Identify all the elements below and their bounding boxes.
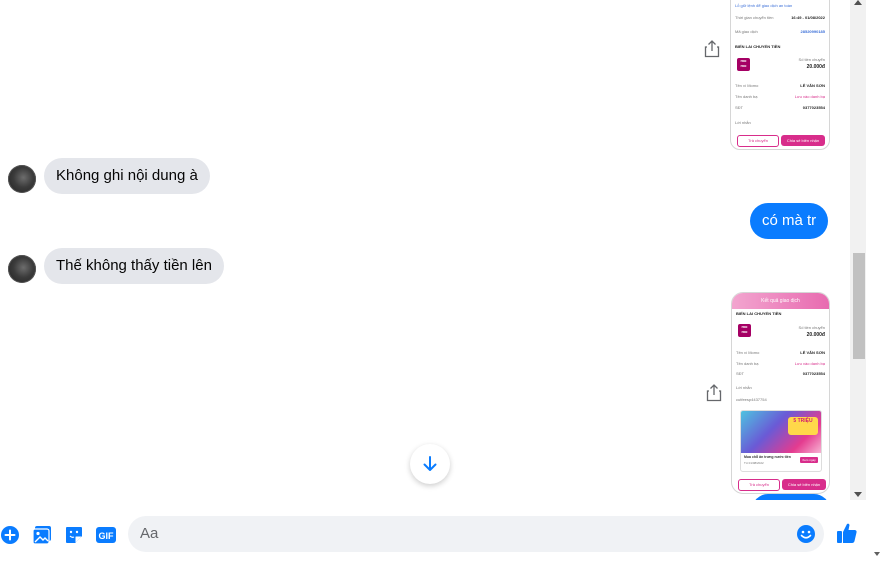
scrollbar-thumb[interactable] — [853, 253, 865, 359]
receipt2-note-value: cutfeesp4437754 — [736, 397, 767, 402]
contact-avatar[interactable] — [8, 255, 36, 283]
receipt1-section: BIẾN LAI CHUYỂN TIỀN — [735, 44, 781, 49]
window-scroll-down-icon[interactable] — [874, 552, 880, 556]
arrow-down-icon — [423, 456, 437, 471]
receipt2-contact-value: Lưu vào danh bạ — [794, 361, 825, 366]
receipt1-name-value: LÊ VĂN SƠN — [800, 83, 825, 88]
receipt2-header: Kết quả giao dịch — [732, 293, 829, 309]
receipt1-time-label: Thời gian chuyển tiền — [735, 15, 774, 20]
contact-avatar[interactable] — [8, 165, 36, 193]
promo-card: 5 TRIỆU Mua chỗ ăn trưng nước tiền Từ 01… — [740, 410, 822, 472]
scroll-up-arrow-icon[interactable] — [854, 0, 862, 5]
gif-icon[interactable]: GIF — [95, 525, 117, 545]
scroll-down-arrow-icon[interactable] — [854, 492, 862, 497]
emoji-icon[interactable] — [796, 524, 816, 544]
promo-button: Xem ngay — [800, 457, 818, 463]
receipt1-banner: Lỗ giữ lệnh để giao dịch an toàn — [735, 3, 793, 8]
receipt2-name-label: Tên ví Momo — [736, 350, 760, 355]
receipt1-phone-label: SĐT — [735, 105, 743, 110]
receipt1-amount: 20.000đ — [806, 64, 825, 70]
message-input[interactable]: Aa — [128, 516, 824, 552]
receipt1-right-button: Chia sẻ biên nhận — [781, 135, 825, 146]
gif-label: GIF — [99, 531, 115, 541]
receipt2-phone-value: 0377023554 — [802, 371, 825, 376]
promo-title: Mua chỗ ăn trưng nước tiền — [744, 455, 791, 459]
share-icon[interactable] — [704, 40, 720, 58]
thumbs-up-icon[interactable] — [836, 522, 858, 544]
receipt2-amount: 20.000đ — [806, 332, 825, 338]
promo-subtitle: Từ 01/08/2022 — [744, 461, 764, 465]
receipt2-right-button: Chia sẻ biên nhận — [782, 479, 826, 490]
incoming-message[interactable]: Thế không thấy tiền lên — [44, 248, 224, 284]
outgoing-message[interactable]: có mà tr — [750, 203, 829, 239]
receipt1-name-label: Tên ví Momo — [735, 83, 759, 88]
scroll-to-bottom-button[interactable] — [410, 444, 450, 484]
momo-logo: mo mo — [737, 58, 750, 71]
receipt-image-2[interactable]: Kết quả giao dịch BIẾN LAI CHUYỂN TIỀN m… — [731, 292, 830, 494]
plus-circle-icon[interactable] — [0, 525, 20, 545]
message-input-placeholder: Aa — [140, 525, 159, 542]
momo-logo: mo mo — [738, 324, 751, 337]
promo-badge: 5 TRIỆU — [788, 417, 818, 435]
message-thread[interactable]: Lỗ giữ lệnh để giao dịch an toàn Thời gi… — [0, 0, 850, 500]
sticker-icon[interactable] — [64, 525, 84, 545]
receipt2-name-value: LÊ VĂN SƠN — [800, 350, 825, 355]
receipt1-txid-label: Mã giao dịch — [735, 29, 758, 34]
receipt2-phone-label: SĐT — [736, 371, 744, 376]
receipt1-left-button: Trả chuyển — [737, 135, 779, 147]
image-icon[interactable] — [32, 525, 52, 545]
receipt1-time-value: 16:49 - 01/08/2022 — [791, 15, 825, 20]
receipt1-note-label: Lời nhắn — [735, 120, 751, 125]
receipt1-phone-value: 0377023554 — [802, 105, 825, 110]
receipt1-txid-value: 28520990185 — [800, 29, 825, 34]
thread-scrollbar[interactable] — [850, 0, 866, 500]
momo-logo-text: mo mo — [740, 58, 747, 68]
receipt2-amount-caption: Số tiền chuyển — [798, 325, 825, 330]
receipt1-contact-value: Lưu vào danh bạ — [794, 94, 825, 99]
receipt2-left-button: Trả chuyển — [738, 479, 780, 491]
receipt2-contact-label: Tên danh bạ — [736, 361, 759, 366]
receipt1-amount-caption: Số tiền chuyển — [798, 57, 825, 62]
receipt2-section: BIẾN LAI CHUYỂN TIỀN — [736, 311, 782, 316]
share-icon[interactable] — [706, 384, 722, 402]
receipt2-note-label: Lời nhắn — [736, 385, 752, 390]
incoming-message[interactable]: Không ghi nội dung à — [44, 158, 210, 194]
momo-logo-text: mo mo — [741, 324, 748, 334]
receipt-image-1[interactable]: Lỗ giữ lệnh để giao dịch an toàn Thời gi… — [730, 0, 830, 150]
receipt1-contact-label: Tên danh bạ — [735, 94, 758, 99]
